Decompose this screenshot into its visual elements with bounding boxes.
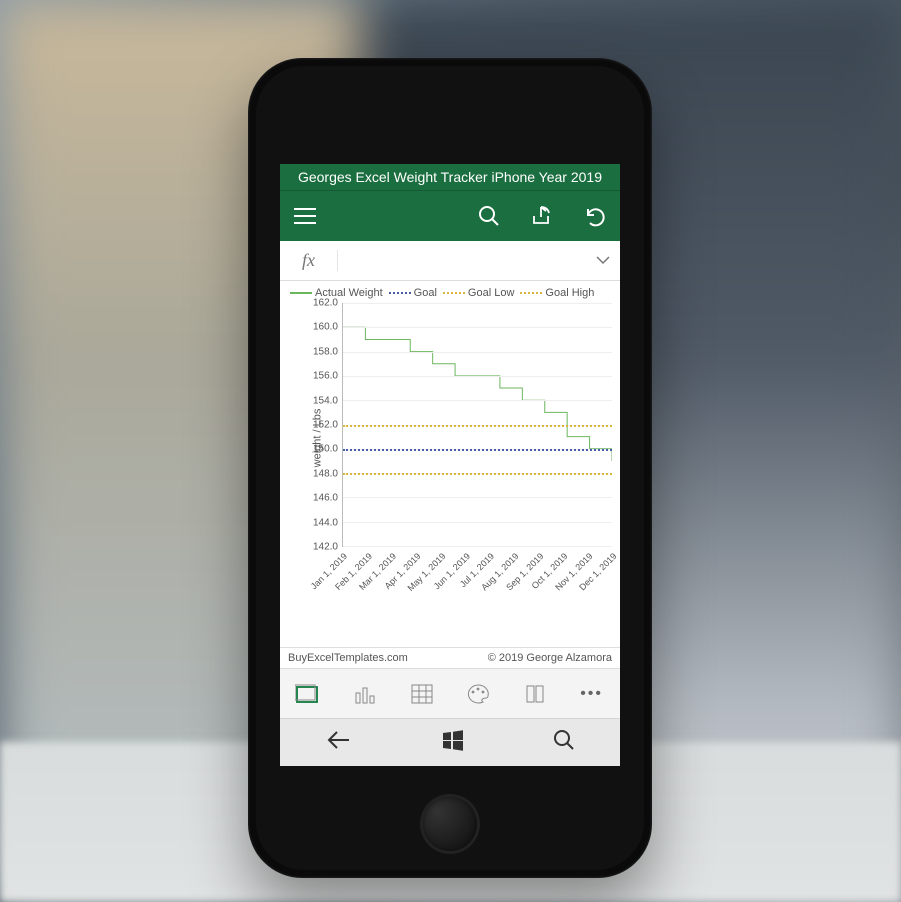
- series-line: [343, 327, 612, 461]
- excel-tab-bar: •••: [280, 668, 620, 718]
- reference-line: [343, 449, 612, 451]
- formula-dropdown-icon[interactable]: [586, 253, 620, 268]
- tab-more-icon[interactable]: •••: [578, 680, 606, 708]
- reference-line: [343, 473, 612, 475]
- y-tick: 150.0: [304, 444, 338, 455]
- legend-item: Goal High: [520, 287, 594, 299]
- chart-plot: weight / Lbs 142.0144.0146.0148.0150.015…: [294, 303, 614, 573]
- y-tick: 144.0: [304, 517, 338, 528]
- back-icon[interactable]: [325, 730, 353, 755]
- tab-card-icon[interactable]: [294, 680, 322, 708]
- app-toolbar: [280, 191, 620, 241]
- screen: Georges Excel Weight Tracker iPhone Year…: [280, 164, 620, 766]
- y-tick: 152.0: [304, 420, 338, 431]
- legend-item: Goal: [389, 287, 437, 299]
- formula-bar: fx: [280, 241, 620, 281]
- formula-input[interactable]: [338, 241, 586, 280]
- tab-table-icon[interactable]: [408, 680, 436, 708]
- menu-icon[interactable]: [294, 208, 316, 224]
- chart-container[interactable]: Actual Weight Goal Goal Low Goal High we…: [280, 281, 620, 647]
- y-tick: 148.0: [304, 468, 338, 479]
- search-icon[interactable]: [478, 205, 500, 227]
- footer-credits: BuyExcelTemplates.com © 2019 George Alza…: [280, 647, 620, 668]
- reference-line: [343, 425, 612, 427]
- share-icon[interactable]: [530, 205, 554, 227]
- y-tick: 160.0: [304, 322, 338, 333]
- tab-keyboard-icon[interactable]: [521, 680, 549, 708]
- y-tick: 154.0: [304, 395, 338, 406]
- home-button[interactable]: [420, 794, 480, 854]
- y-tick: 156.0: [304, 371, 338, 382]
- y-tick: 142.0: [304, 542, 338, 553]
- app-title: Georges Excel Weight Tracker iPhone Year…: [280, 164, 620, 191]
- undo-icon[interactable]: [584, 205, 606, 227]
- legend-item: Goal Low: [443, 287, 514, 299]
- os-nav-bar: [280, 718, 620, 766]
- tab-palette-icon[interactable]: [464, 680, 492, 708]
- y-tick: 158.0: [304, 346, 338, 357]
- windows-icon[interactable]: [442, 729, 464, 756]
- tab-chart-icon[interactable]: [351, 680, 379, 708]
- fx-label: fx: [280, 250, 338, 271]
- y-tick: 162.0: [304, 298, 338, 309]
- phone-frame: Georges Excel Weight Tracker iPhone Year…: [248, 58, 652, 878]
- nav-search-icon[interactable]: [553, 729, 575, 756]
- footer-url: BuyExcelTemplates.com: [288, 652, 408, 664]
- footer-copyright: © 2019 George Alzamora: [488, 652, 612, 664]
- y-tick: 146.0: [304, 493, 338, 504]
